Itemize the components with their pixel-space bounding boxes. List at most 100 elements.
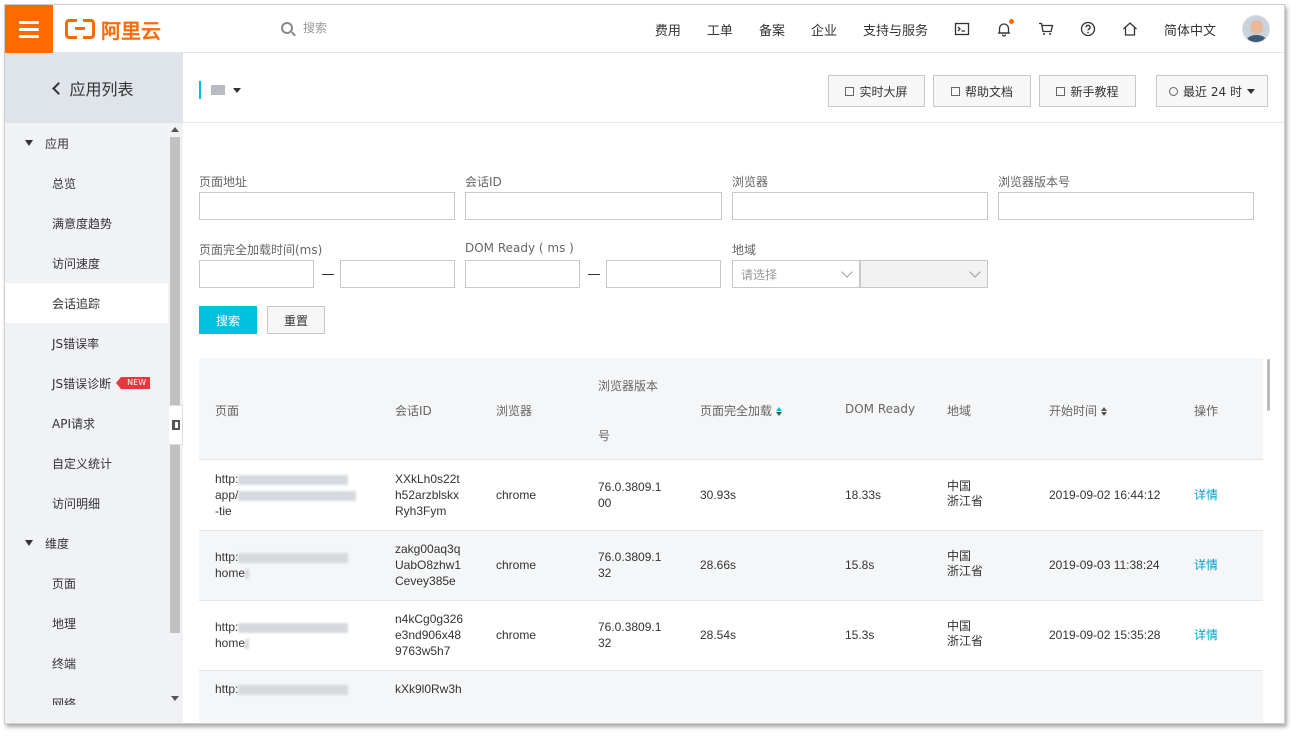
sidebar-item-page[interactable]: 页面 bbox=[5, 563, 168, 603]
load-time-label: 页面完全加载时间(ms) bbox=[199, 243, 323, 257]
app-selector[interactable] bbox=[199, 81, 241, 99]
cell-session-id: zakg00aq3q UabO8zhw1 Cevey385e bbox=[395, 541, 461, 589]
range-dash bbox=[322, 274, 334, 275]
region-line: 浙江省 bbox=[947, 494, 984, 508]
load-time-min-input[interactable] bbox=[199, 260, 314, 288]
document-icon bbox=[950, 86, 960, 96]
sidebar-item-satisfaction[interactable]: 满意度趋势 bbox=[5, 203, 168, 243]
details-link[interactable]: 详情 bbox=[1194, 557, 1218, 573]
cell-dom-ready: 15.8s bbox=[845, 558, 875, 572]
details-link[interactable]: 详情 bbox=[1194, 487, 1218, 503]
col-session-id: 会话ID bbox=[395, 404, 432, 418]
collapse-sidebar-icon[interactable] bbox=[169, 405, 183, 445]
aliyun-logo[interactable]: 阿里云 bbox=[65, 18, 161, 43]
scroll-down-icon[interactable] bbox=[171, 696, 179, 701]
notification-dot bbox=[1008, 19, 1014, 24]
nav-tickets[interactable]: 工单 bbox=[707, 20, 733, 39]
sidebar-group-dimension[interactable]: 维度 bbox=[5, 523, 168, 563]
tutorial-button[interactable]: 新手教程 bbox=[1039, 75, 1136, 107]
page-url-line: http: bbox=[215, 682, 239, 696]
sidebar-group-app[interactable]: 应用 bbox=[5, 123, 168, 163]
cart-icon[interactable] bbox=[1038, 21, 1054, 37]
chevron-down-icon bbox=[841, 266, 853, 278]
region-province-select[interactable]: 请选择 bbox=[732, 260, 860, 288]
page-url-input[interactable] bbox=[199, 192, 455, 220]
dom-ready-min-input[interactable] bbox=[465, 260, 580, 288]
sidebar-item-custom-stats[interactable]: 自定义统计 bbox=[5, 443, 168, 483]
sidebar-item-overview[interactable]: 总览 bbox=[5, 163, 168, 203]
cell-session-id: kXk9l0Rw3h bbox=[395, 681, 462, 697]
group-label: 维度 bbox=[45, 536, 70, 551]
col-load-time[interactable]: 页面完全加载 bbox=[700, 402, 783, 419]
reset-button[interactable]: 重置 bbox=[267, 306, 325, 334]
terminal-icon[interactable] bbox=[954, 21, 970, 37]
sidebar-item-session-trace[interactable]: 会话追踪 bbox=[5, 283, 168, 323]
sidebar-item-visit-details[interactable]: 访问明细 bbox=[5, 483, 168, 523]
help-icon[interactable] bbox=[1080, 21, 1096, 37]
page-url-line: http: bbox=[215, 472, 239, 486]
nav-icp[interactable]: 备案 bbox=[759, 20, 785, 39]
hamburger-menu-icon[interactable] bbox=[5, 5, 53, 53]
browser-version-input[interactable] bbox=[998, 192, 1254, 220]
session-line: Cevey385e bbox=[395, 574, 456, 588]
help-docs-button[interactable]: 帮助文档 bbox=[933, 75, 1031, 107]
browser-input[interactable] bbox=[732, 192, 988, 220]
button-label: 帮助文档 bbox=[964, 84, 1013, 99]
table-row: http: home zakg00aq3q UabO8zhw1 Cevey385… bbox=[199, 531, 1263, 601]
dom-ready-max-input[interactable] bbox=[606, 260, 721, 288]
redacted-text bbox=[238, 684, 349, 695]
top-nav: 费用 工单 备案 企业 支持与服务 简体中文 bbox=[655, 5, 1284, 53]
col-label: 页面完全加载 bbox=[700, 404, 773, 418]
sidebar-item-network[interactable]: 网络 bbox=[5, 683, 168, 706]
time-range-select[interactable]: 最近 24 时 bbox=[1156, 75, 1268, 107]
session-line: UabO8zhw1 bbox=[395, 558, 462, 572]
back-to-app-list[interactable]: 应用列表 bbox=[5, 53, 183, 123]
table-row: http: kXk9l0Rw3h bbox=[199, 671, 1263, 723]
realtime-screen-button[interactable]: 实时大屏 bbox=[828, 75, 925, 107]
caret-down-icon bbox=[25, 540, 33, 546]
search-placeholder: 搜索 bbox=[303, 21, 328, 35]
nav-billing[interactable]: 费用 bbox=[655, 20, 681, 39]
redacted-text bbox=[238, 490, 357, 501]
sidebar-item-js-error-diagnosis[interactable]: JS错误诊断 NEW bbox=[5, 363, 168, 403]
session-table: 页面 会话ID 浏览器 浏览器版本 号 页面完全加载 DOM Ready 地域 … bbox=[199, 358, 1263, 723]
global-search[interactable]: 搜索 bbox=[281, 19, 327, 36]
load-time-max-input[interactable] bbox=[340, 260, 455, 288]
nav-enterprise[interactable]: 企业 bbox=[811, 20, 837, 39]
version-line: 76.0.3809.1 bbox=[598, 620, 662, 634]
scroll-up-icon[interactable] bbox=[171, 127, 179, 132]
bell-icon[interactable] bbox=[996, 19, 1014, 37]
nav-support[interactable]: 支持与服务 bbox=[863, 20, 928, 39]
redacted-text bbox=[245, 638, 250, 649]
search-button[interactable]: 搜索 bbox=[199, 306, 257, 334]
home-icon[interactable] bbox=[1122, 21, 1138, 37]
user-avatar[interactable] bbox=[1242, 15, 1270, 43]
redacted-text bbox=[238, 474, 349, 485]
sidebar-item-geo[interactable]: 地理 bbox=[5, 603, 168, 643]
session-id-input[interactable] bbox=[465, 192, 722, 220]
redacted-text bbox=[245, 568, 250, 579]
scroll-thumb[interactable] bbox=[170, 137, 180, 633]
dom-ready-label: DOM Ready ( ms ) bbox=[465, 241, 574, 255]
col-page: 页面 bbox=[215, 404, 240, 418]
col-browser-version: 浏览器版本 bbox=[598, 379, 659, 393]
new-badge: NEW bbox=[116, 377, 151, 389]
cell-session-id: XXkLh0s22t h52arzblskx Ryh3Fym bbox=[395, 471, 460, 519]
language-switch[interactable]: 简体中文 bbox=[1164, 20, 1216, 39]
table-header: 页面 会话ID 浏览器 浏览器版本 号 页面完全加载 DOM Ready 地域 … bbox=[199, 358, 1263, 460]
redacted-text bbox=[238, 552, 349, 563]
caret-down-icon bbox=[25, 140, 33, 146]
sidebar-item-speed[interactable]: 访问速度 bbox=[5, 243, 168, 283]
sidebar-item-api-requests[interactable]: API请求 bbox=[5, 403, 168, 443]
sidebar-item-terminal[interactable]: 终端 bbox=[5, 643, 168, 683]
col-start-time[interactable]: 开始时间 bbox=[1049, 402, 1108, 419]
back-label: 应用列表 bbox=[69, 80, 134, 99]
col-label: 开始时间 bbox=[1049, 404, 1098, 418]
sidebar-item-js-error-rate[interactable]: JS错误率 bbox=[5, 323, 168, 363]
version-line: 76.0.3809.1 bbox=[598, 480, 662, 494]
session-line: Ryh3Fym bbox=[395, 504, 447, 518]
app-name-redacted bbox=[211, 85, 225, 95]
content-scrollbar-thumb[interactable] bbox=[1267, 359, 1270, 411]
page-url-line: app/ bbox=[215, 488, 239, 502]
details-link[interactable]: 详情 bbox=[1194, 627, 1218, 643]
